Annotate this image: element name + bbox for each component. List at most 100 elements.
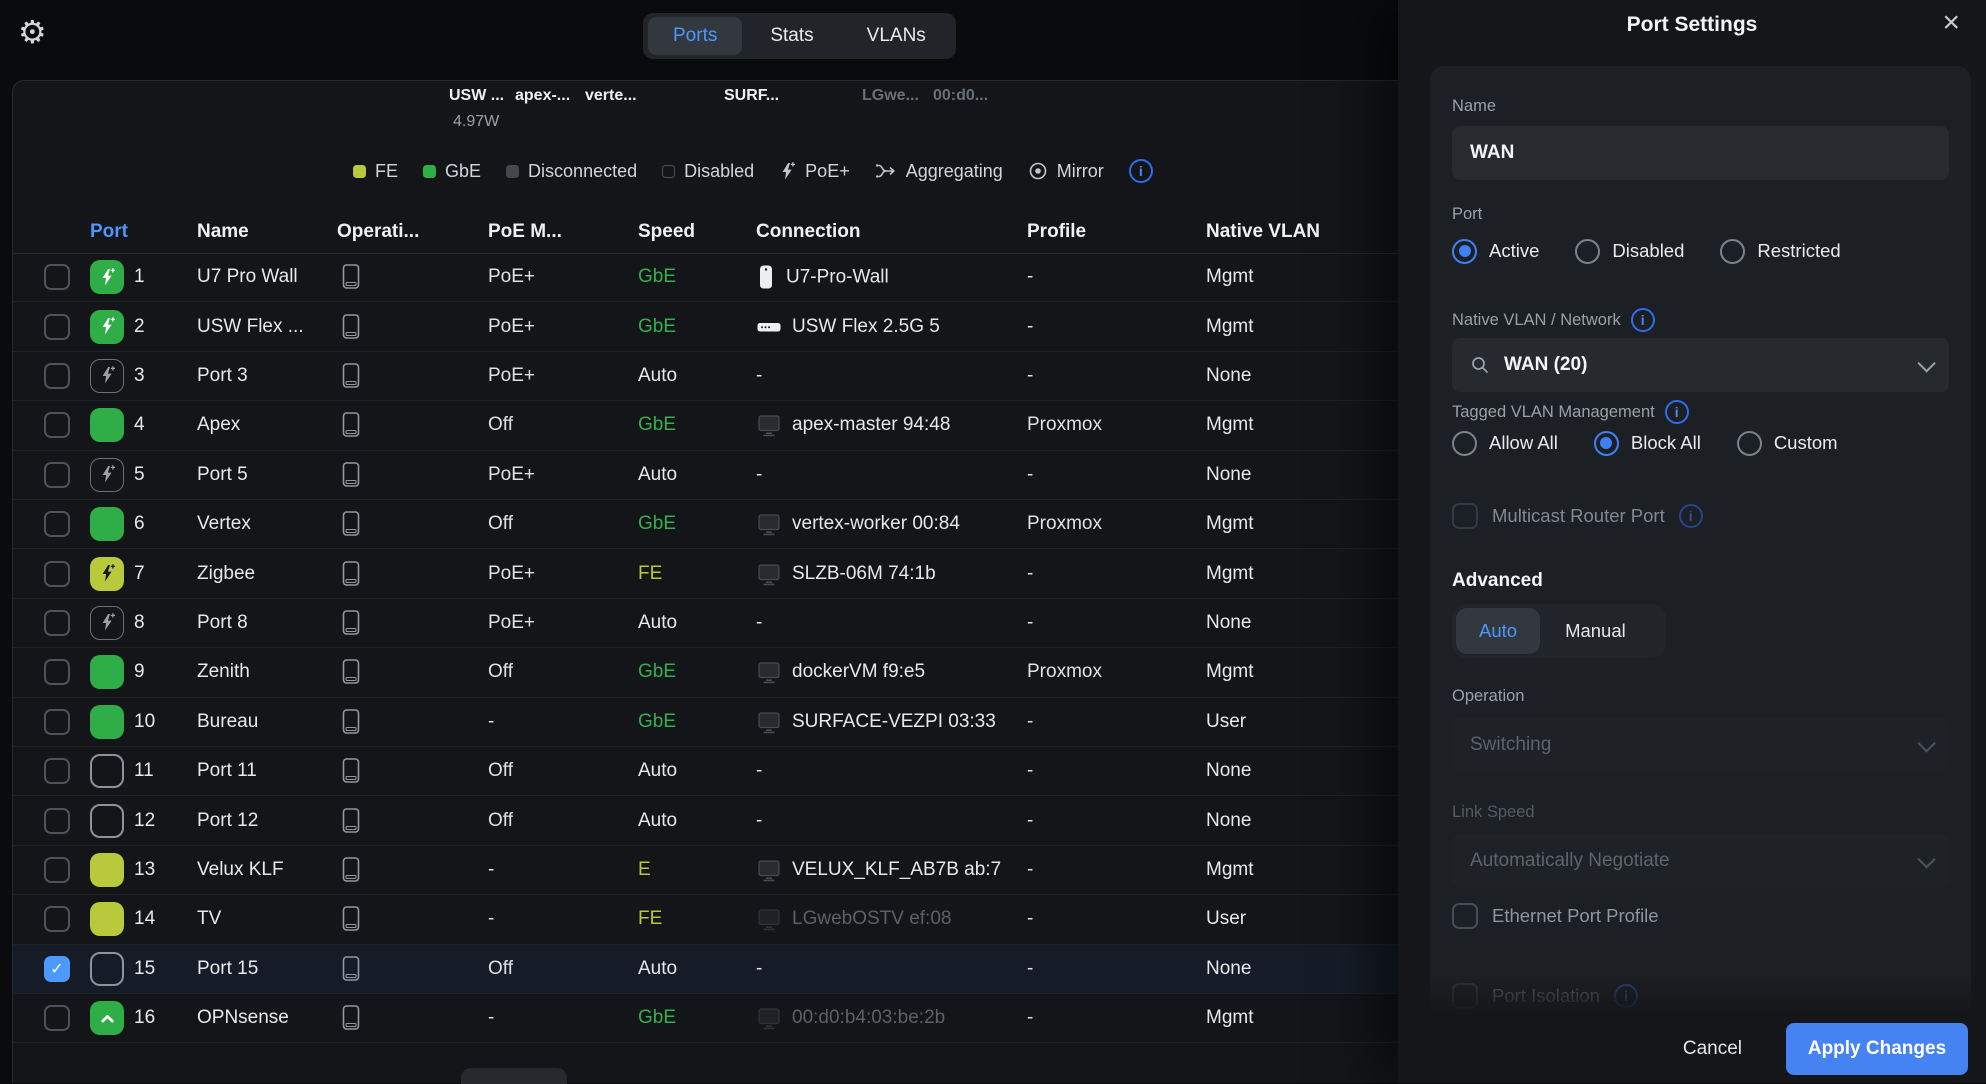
tab-vlans[interactable]: VLANs (842, 17, 951, 55)
radio-block-all-circle[interactable] (1594, 431, 1619, 456)
operation-select[interactable]: Switching (1452, 718, 1949, 772)
access-point-icon (756, 264, 776, 291)
cancel-button[interactable]: Cancel (1683, 1038, 1742, 1060)
column-header-port[interactable]: Port (90, 221, 128, 243)
operation-value: Switching (1470, 734, 1551, 756)
device-icon (339, 460, 363, 490)
tab-ports[interactable]: Ports (648, 17, 742, 55)
column-header-native-vlan[interactable]: Native VLAN (1206, 221, 1320, 243)
row-checkbox[interactable] (44, 264, 70, 290)
link-speed-select[interactable]: Automatically Negotiate (1452, 834, 1949, 888)
port-number: 10 (134, 711, 155, 733)
radio-restricted-circle[interactable] (1720, 239, 1745, 264)
native-vlan: Mgmt (1206, 661, 1254, 683)
connection-cell: vertex-worker 00:84 (756, 511, 960, 537)
radio-allow-all-circle[interactable] (1452, 431, 1477, 456)
connection-cell: - (756, 464, 762, 486)
poe-mode: Off (488, 958, 513, 980)
toggle-manual[interactable]: Manual (1542, 608, 1649, 654)
apply-changes-button[interactable]: Apply Changes (1786, 1023, 1968, 1075)
row-checkbox[interactable] (44, 610, 70, 636)
radio-active-circle[interactable] (1452, 239, 1477, 264)
port-state-label: Port (1452, 204, 1949, 224)
device-label: LGwe... (862, 87, 919, 105)
device-icon (339, 1003, 363, 1033)
row-checkbox[interactable] (44, 462, 70, 488)
radio-disabled-circle[interactable] (1575, 239, 1600, 264)
connection-cell: - (756, 760, 762, 782)
link-speed-label: Link Speed (1452, 802, 1949, 822)
ethernet-port-profile-row: Ethernet Port Profile (1452, 902, 1949, 930)
device-icon (339, 509, 363, 539)
row-checkbox[interactable] (44, 1005, 70, 1031)
switch-icon (756, 315, 782, 339)
multicast-checkbox[interactable] (1452, 503, 1478, 529)
column-header-profile[interactable]: Profile (1027, 221, 1086, 243)
mirror-icon (1028, 161, 1048, 181)
info-icon[interactable]: i (1665, 400, 1689, 424)
poe-mode: Off (488, 661, 513, 683)
column-header-name[interactable]: Name (197, 221, 249, 243)
native-vlan-value: WAN (20) (1504, 354, 1587, 376)
native-vlan-select[interactable]: WAN (20) (1452, 338, 1949, 392)
info-icon[interactable]: i (1631, 308, 1655, 332)
radio-custom[interactable]: Custom (1737, 431, 1838, 456)
row-checkbox[interactable] (44, 412, 70, 438)
poe-mode: PoE+ (488, 612, 535, 634)
row-checkbox[interactable] (44, 314, 70, 340)
profile: - (1027, 711, 1033, 733)
profile: - (1027, 810, 1033, 832)
toggle-auto[interactable]: Auto (1456, 608, 1540, 654)
row-checkbox[interactable] (44, 857, 70, 883)
radio-allow-all[interactable]: Allow All (1452, 431, 1558, 456)
legend-item-disabled: Disabled (662, 161, 754, 182)
port-name: Vertex (197, 513, 251, 535)
computer-icon (756, 412, 782, 438)
close-icon[interactable]: × (1942, 8, 1960, 38)
device-label: 00:d0... (933, 87, 988, 105)
column-header-poe-mode[interactable]: PoE M... (488, 221, 562, 243)
column-header-speed[interactable]: Speed (638, 221, 695, 243)
row-checkbox[interactable] (44, 511, 70, 537)
legend-label: Aggregating (906, 161, 1003, 182)
port-legend: FEGbEDisconnectedDisabledPoE+Aggregating… (353, 159, 1153, 183)
port-name: TV (197, 908, 221, 930)
column-header-operation[interactable]: Operati... (337, 221, 419, 243)
row-checkbox[interactable] (44, 808, 70, 834)
column-header-connection[interactable]: Connection (756, 221, 861, 243)
row-checkbox[interactable] (44, 561, 70, 587)
speed: Auto (638, 810, 677, 832)
partial-bottom-button[interactable] (461, 1068, 567, 1084)
poe-mode: - (488, 711, 494, 733)
radio-block-all[interactable]: Block All (1594, 431, 1701, 456)
name-input[interactable]: WAN (1452, 126, 1949, 180)
radio-custom-circle[interactable] (1737, 431, 1762, 456)
ethernet-port-profile-checkbox[interactable] (1452, 903, 1478, 929)
device-icon (339, 608, 363, 638)
poe-bolt-icon (779, 162, 796, 181)
radio-allow-all-label: Allow All (1489, 432, 1558, 454)
row-checkbox[interactable] (44, 659, 70, 685)
native-vlan: Mgmt (1206, 563, 1254, 585)
row-checkbox[interactable] (44, 709, 70, 735)
info-icon[interactable]: i (1679, 504, 1703, 528)
radio-disabled[interactable]: Disabled (1575, 239, 1684, 264)
radio-restricted[interactable]: Restricted (1720, 239, 1840, 264)
tab-stats[interactable]: Stats (745, 17, 838, 55)
gear-icon[interactable]: ⚙ (18, 16, 47, 48)
port-status-icon-connected (90, 507, 124, 541)
legend-label: FE (375, 161, 398, 182)
profile: - (1027, 958, 1033, 980)
row-checkbox[interactable] (44, 758, 70, 784)
radio-active[interactable]: Active (1452, 239, 1539, 264)
computer-icon (756, 561, 782, 587)
row-checkbox[interactable] (44, 906, 70, 932)
drawer-footer: Cancel Apply Changes (1398, 973, 1986, 1083)
row-checkbox[interactable] (44, 363, 70, 389)
info-icon[interactable]: i (1129, 159, 1153, 183)
legend-label: PoE+ (805, 161, 850, 182)
port-name: Velux KLF (197, 859, 284, 881)
port-name: USW Flex ... (197, 316, 304, 338)
port-status-icon-poe-active (90, 310, 124, 344)
row-checkbox[interactable]: ✓ (44, 956, 70, 982)
